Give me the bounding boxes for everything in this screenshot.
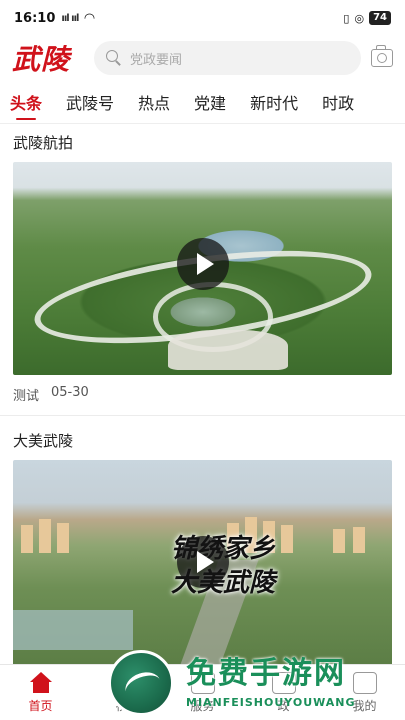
video-icon bbox=[109, 671, 134, 694]
search-input[interactable]: 党政要闻 bbox=[94, 41, 361, 75]
tab-politics[interactable]: 时政 bbox=[322, 80, 354, 124]
signal-icon: ııl ııl bbox=[61, 12, 79, 24]
channel-tabs: 头条 武陵号 热点 党建 新时代 时政 bbox=[0, 80, 405, 124]
vibrate-icon: ▯ bbox=[343, 11, 350, 25]
video-source: 测试 bbox=[13, 389, 40, 404]
battery-icon: 74 bbox=[369, 11, 391, 25]
app-logo[interactable]: 武陵 bbox=[12, 38, 86, 78]
service-icon bbox=[190, 671, 215, 694]
video-title[interactable]: 大美武陵 bbox=[13, 422, 392, 460]
alarm-icon: ◎ bbox=[354, 11, 365, 25]
nav-mine[interactable]: 我的 bbox=[324, 665, 405, 720]
wifi-icon: ◠ bbox=[84, 10, 95, 26]
tab-party[interactable]: 党建 bbox=[194, 80, 226, 124]
app-header: 武陵 党政要闻 bbox=[0, 36, 405, 80]
status-time: 16:10 bbox=[14, 10, 56, 26]
tab-headlines[interactable]: 头条 bbox=[10, 80, 42, 124]
nav-video[interactable]: 视 bbox=[81, 665, 162, 720]
divider bbox=[0, 415, 405, 416]
video-title[interactable]: 武陵航拍 bbox=[13, 124, 392, 162]
video-card[interactable]: 大美武陵 锦绣家乡 大美武陵 bbox=[0, 422, 405, 664]
play-icon[interactable] bbox=[177, 238, 229, 290]
video-thumbnail[interactable]: 锦绣家乡 大美武陵 bbox=[13, 460, 392, 664]
tab-hot[interactable]: 热点 bbox=[138, 80, 170, 124]
politics-icon bbox=[271, 671, 296, 694]
nav-home[interactable]: 首页 bbox=[0, 665, 81, 720]
video-thumbnail[interactable] bbox=[13, 162, 392, 375]
search-placeholder: 党政要闻 bbox=[130, 52, 183, 68]
video-date: 05-30 bbox=[51, 385, 89, 400]
bottom-nav: 首页 视 服务 政 我的 bbox=[0, 664, 405, 720]
nav-service[interactable]: 服务 bbox=[162, 665, 243, 720]
tab-new-era[interactable]: 新时代 bbox=[250, 80, 298, 124]
nav-politics[interactable]: 政 bbox=[243, 665, 324, 720]
news-feed[interactable]: 武陵航拍 测试 05-30 大美武陵 锦绣家乡 bbox=[0, 124, 405, 664]
tab-wuling-hao[interactable]: 武陵号 bbox=[66, 80, 114, 124]
video-meta: 测试 05-30 bbox=[13, 375, 392, 415]
user-icon bbox=[352, 671, 377, 694]
camera-icon[interactable] bbox=[371, 45, 393, 67]
home-icon bbox=[29, 671, 53, 694]
video-card[interactable]: 武陵航拍 测试 05-30 bbox=[0, 124, 405, 415]
status-bar: 16:10 ııl ııl ◠ ▯ ◎ 74 bbox=[0, 0, 405, 36]
search-icon bbox=[106, 50, 122, 66]
play-icon[interactable] bbox=[177, 536, 229, 588]
